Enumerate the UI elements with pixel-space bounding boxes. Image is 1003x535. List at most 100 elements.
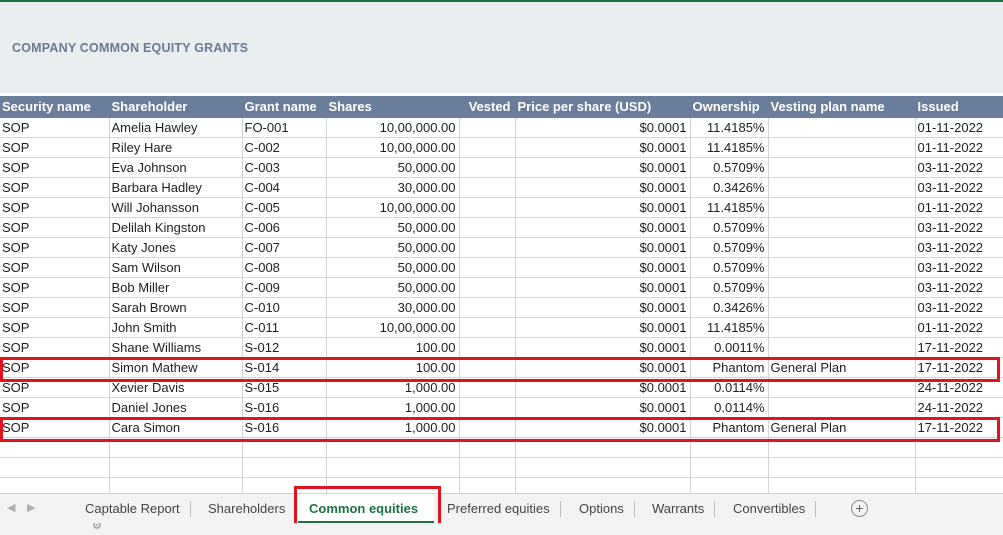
accessibility-icon[interactable]: ⚙	[92, 523, 102, 532]
cell-shares[interactable]: 10,00,000.00	[326, 197, 460, 218]
table-cell[interactable]	[0, 437, 110, 458]
cell-security-name[interactable]: SOP	[0, 197, 110, 218]
cell-grant-name[interactable]: C-003	[242, 157, 327, 178]
cell-ownership[interactable]: Phantom	[690, 417, 769, 438]
cell-vested[interactable]	[459, 277, 516, 298]
cell-vested[interactable]	[459, 237, 516, 258]
cell-vested[interactable]	[459, 137, 516, 158]
column-header-shareholder[interactable]: Shareholder	[109, 96, 243, 118]
cell-ownership[interactable]: 11.4185%	[690, 117, 769, 138]
cell-vested[interactable]	[459, 257, 516, 278]
cell-shares[interactable]: 1,000.00	[326, 397, 460, 418]
table-cell[interactable]	[109, 437, 243, 458]
cell-shareholder[interactable]: Sarah Brown	[109, 297, 243, 318]
cell-grant-name[interactable]: C-005	[242, 197, 327, 218]
cell-vesting-plan[interactable]	[768, 277, 916, 298]
cell-issued[interactable]: 03-11-2022	[915, 157, 1003, 178]
cell-issued[interactable]: 01-11-2022	[915, 117, 1003, 138]
column-header-vested[interactable]: Vested	[459, 96, 516, 118]
cell-shares[interactable]: 10,00,000.00	[326, 317, 460, 338]
cell-shares[interactable]: 50,000.00	[326, 237, 460, 258]
cell-price[interactable]: $0.0001	[515, 357, 691, 378]
cell-ownership[interactable]: 0.0114%	[690, 397, 769, 418]
table-cell[interactable]	[242, 457, 327, 478]
cell-grant-name[interactable]: S-016	[242, 417, 327, 438]
cell-ownership[interactable]: 11.4185%	[690, 197, 769, 218]
cell-security-name[interactable]: SOP	[0, 377, 110, 398]
cell-shareholder[interactable]: Eva Johnson	[109, 157, 243, 178]
cell-shares[interactable]: 50,000.00	[326, 277, 460, 298]
cell-issued[interactable]: 01-11-2022	[915, 317, 1003, 338]
cell-price[interactable]: $0.0001	[515, 197, 691, 218]
triangle-left-icon[interactable]: ◀	[7, 501, 15, 514]
cell-shareholder[interactable]: Delilah Kingston	[109, 217, 243, 238]
cell-vested[interactable]	[459, 337, 516, 358]
cell-issued[interactable]: 03-11-2022	[915, 277, 1003, 298]
table-cell[interactable]	[768, 437, 916, 458]
cell-vested[interactable]	[459, 157, 516, 178]
cell-shares[interactable]: 50,000.00	[326, 257, 460, 278]
table-cell[interactable]	[326, 457, 460, 478]
cell-shareholder[interactable]: Simon Mathew	[109, 357, 243, 378]
cell-price[interactable]: $0.0001	[515, 117, 691, 138]
cell-shareholder[interactable]: Riley Hare	[109, 137, 243, 158]
cell-vested[interactable]	[459, 177, 516, 198]
cell-security-name[interactable]: SOP	[0, 237, 110, 258]
cell-vesting-plan[interactable]	[768, 217, 916, 238]
cell-shareholder[interactable]: Bob Miller	[109, 277, 243, 298]
table-cell[interactable]	[242, 437, 327, 458]
tab-warrants[interactable]: Warrants	[641, 494, 716, 523]
table-cell[interactable]	[915, 457, 1003, 478]
plus-circle-icon[interactable]: +	[851, 500, 868, 517]
cell-ownership[interactable]: 0.5709%	[690, 157, 769, 178]
cell-shareholder[interactable]: Xevier Davis	[109, 377, 243, 398]
cell-ownership[interactable]: 0.5709%	[690, 237, 769, 258]
cell-vesting-plan[interactable]: General Plan	[768, 417, 916, 438]
table-cell[interactable]	[690, 437, 769, 458]
column-header-issued[interactable]: Issued	[915, 96, 1003, 118]
cell-issued[interactable]: 01-11-2022	[915, 137, 1003, 158]
cell-vested[interactable]	[459, 417, 516, 438]
cell-ownership[interactable]: 11.4185%	[690, 317, 769, 338]
cell-shareholder[interactable]: Will Johansson	[109, 197, 243, 218]
cell-ownership[interactable]: 0.3426%	[690, 297, 769, 318]
cell-vesting-plan[interactable]	[768, 237, 916, 258]
cell-shareholder[interactable]: Sam Wilson	[109, 257, 243, 278]
tab-preferred-equities[interactable]: Preferred equities	[436, 494, 561, 523]
cell-price[interactable]: $0.0001	[515, 157, 691, 178]
cell-issued[interactable]: 03-11-2022	[915, 297, 1003, 318]
cell-security-name[interactable]: SOP	[0, 277, 110, 298]
cell-shareholder[interactable]: Cara Simon	[109, 417, 243, 438]
cell-shares[interactable]: 10,00,000.00	[326, 137, 460, 158]
cell-price[interactable]: $0.0001	[515, 217, 691, 238]
cell-shares[interactable]: 50,000.00	[326, 157, 460, 178]
table-cell[interactable]	[0, 457, 110, 478]
cell-security-name[interactable]: SOP	[0, 137, 110, 158]
cell-price[interactable]: $0.0001	[515, 297, 691, 318]
cell-vesting-plan[interactable]	[768, 317, 916, 338]
cell-price[interactable]: $0.0001	[515, 177, 691, 198]
tab-common-equities[interactable]: Common equities	[298, 494, 434, 523]
cell-ownership[interactable]: Phantom	[690, 357, 769, 378]
table-cell[interactable]	[326, 437, 460, 458]
cell-grant-name[interactable]: C-009	[242, 277, 327, 298]
cell-ownership[interactable]: 0.5709%	[690, 277, 769, 298]
cell-grant-name[interactable]: C-010	[242, 297, 327, 318]
cell-issued[interactable]: 03-11-2022	[915, 237, 1003, 258]
cell-issued[interactable]: 17-11-2022	[915, 337, 1003, 358]
cell-price[interactable]: $0.0001	[515, 397, 691, 418]
cell-security-name[interactable]: SOP	[0, 357, 110, 378]
cell-shares[interactable]: 30,000.00	[326, 297, 460, 318]
cell-vesting-plan[interactable]	[768, 177, 916, 198]
cell-vesting-plan[interactable]	[768, 117, 916, 138]
column-header-grant-name[interactable]: Grant name	[242, 96, 327, 118]
cell-shares[interactable]: 1,000.00	[326, 377, 460, 398]
tab-convertibles[interactable]: Convertibles	[722, 494, 817, 523]
cell-shareholder[interactable]: John Smith	[109, 317, 243, 338]
table-cell[interactable]	[690, 457, 769, 478]
column-header-security-name[interactable]: Security name	[0, 96, 110, 118]
cell-issued[interactable]: 17-11-2022	[915, 417, 1003, 438]
sheet-title[interactable]: COMPANY COMMON EQUITY GRANTS	[12, 41, 248, 55]
cell-issued[interactable]: 03-11-2022	[915, 257, 1003, 278]
cell-security-name[interactable]: SOP	[0, 217, 110, 238]
